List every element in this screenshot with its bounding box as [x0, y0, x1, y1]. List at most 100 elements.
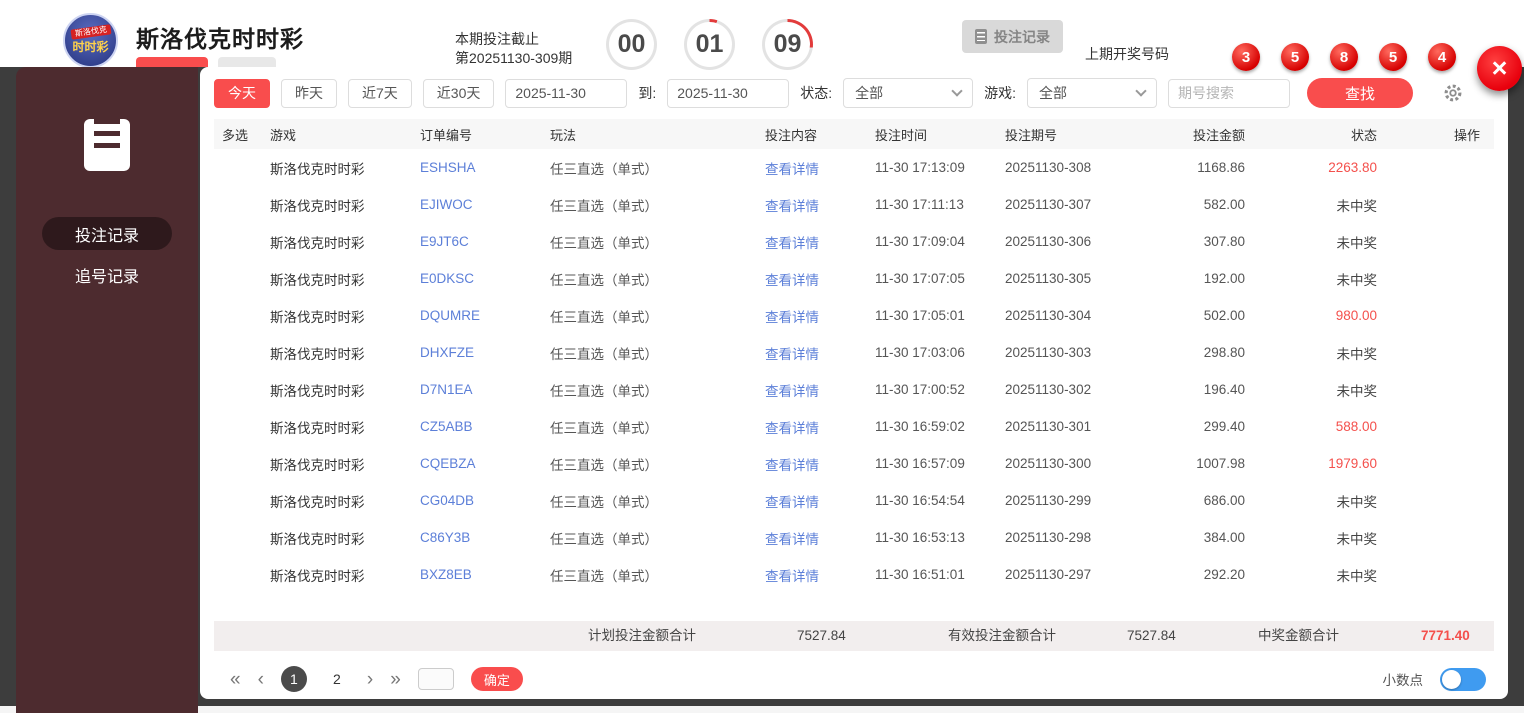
row-play-type: 任三直选（单式）	[550, 383, 658, 399]
row-view-details-link[interactable]: 查看详情	[755, 297, 865, 334]
row-order-number-link[interactable]: DQUMRE	[410, 297, 540, 334]
row-order-number-link[interactable]: BXZ8EB	[410, 556, 540, 593]
game-select[interactable]: 全部	[1027, 78, 1158, 108]
row-view-details-link[interactable]: 查看详情	[755, 519, 865, 556]
table-row: 斯洛伐克时时彩 ESHSHA 任三直选（单式） 查看详情 11-30 17:13:09 2…	[214, 149, 1494, 186]
row-bet-time: 11-30 16:53:13	[875, 530, 965, 545]
row-bet-amount: 686.00	[1203, 493, 1245, 508]
deadline-block: 本期投注截止 第20251130-309期	[455, 30, 572, 68]
row-bet-period: 20251130-300	[1005, 456, 1092, 471]
row-order-number-link[interactable]: DHXFZE	[410, 334, 540, 371]
row-game-name: 斯洛伐克时时彩	[270, 198, 365, 214]
countdown-minutes: 01	[687, 22, 732, 67]
search-button[interactable]: 查找	[1307, 78, 1413, 108]
row-bet-amount: 384.00	[1203, 530, 1245, 545]
page-2-button[interactable]: 2	[324, 666, 350, 692]
col-header-bet-content: 投注内容	[755, 119, 865, 149]
row-select-cell[interactable]	[214, 408, 260, 445]
sidebar-item-bet-records[interactable]: 投注记录	[42, 217, 172, 250]
filter-today-button[interactable]: 今天	[214, 78, 270, 108]
row-select-cell[interactable]	[214, 482, 260, 519]
row-select-cell[interactable]	[214, 334, 260, 371]
filter-last30days-button[interactable]: 近30天	[422, 78, 495, 108]
row-select-cell[interactable]	[214, 186, 260, 223]
page-jump-input[interactable]	[417, 668, 454, 690]
last-page-button[interactable]: »	[390, 670, 401, 689]
row-view-details-link[interactable]: 查看详情	[755, 223, 865, 260]
row-bet-period: 20251130-297	[1005, 567, 1092, 582]
row-bet-time: 11-30 17:11:13	[875, 197, 964, 212]
bet-records-button[interactable]: 投注记录	[962, 20, 1063, 53]
prev-page-button[interactable]: ‹	[258, 670, 264, 689]
row-order-number-link[interactable]: ESHSHA	[410, 149, 540, 186]
row-order-number-link[interactable]: CQEBZA	[410, 445, 540, 482]
next-page-button[interactable]: ›	[367, 670, 373, 689]
first-page-button[interactable]: «	[230, 670, 241, 689]
partial-tab-active[interactable]	[136, 57, 208, 67]
row-play-type: 任三直选（单式）	[550, 531, 658, 547]
row-select-cell[interactable]	[214, 371, 260, 408]
table-row: 斯洛伐克时时彩 E9JT6C 任三直选（单式） 查看详情 11-30 17:09:04 2…	[214, 223, 1494, 260]
page-1-button[interactable]: 1	[280, 666, 307, 692]
col-header-game: 游戏	[260, 119, 410, 149]
table-row: 斯洛伐克时时彩 BXZ8EB 任三直选（单式） 查看详情 11-30 16:51:01 2…	[214, 556, 1494, 593]
row-action-cell	[1415, 297, 1494, 334]
row-view-details-link[interactable]: 查看详情	[755, 408, 865, 445]
row-order-number-link[interactable]: CZ5ABB	[410, 408, 540, 445]
row-action-cell	[1415, 260, 1494, 297]
valid-total-value: 7527.84	[1127, 628, 1176, 643]
row-order-number-link[interactable]: CG04DB	[410, 482, 540, 519]
row-game-name: 斯洛伐克时时彩	[270, 568, 365, 584]
records-table-body: 斯洛伐克时时彩 ESHSHA 任三直选（单式） 查看详情 11-30 17:13:09 2…	[214, 149, 1494, 593]
row-game-name: 斯洛伐克时时彩	[270, 309, 365, 325]
row-select-cell[interactable]	[214, 519, 260, 556]
row-view-details-link[interactable]: 查看详情	[755, 186, 865, 223]
row-game-name: 斯洛伐克时时彩	[270, 235, 365, 251]
win-total-value: 7771.40	[1421, 628, 1470, 643]
row-order-number-link[interactable]: D7N1EA	[410, 371, 540, 408]
filter-last7days-button[interactable]: 近7天	[348, 78, 412, 108]
close-button[interactable]: ×	[1477, 46, 1522, 91]
row-select-cell[interactable]	[214, 260, 260, 297]
row-game-name: 斯洛伐克时时彩	[270, 383, 365, 399]
decimal-point-toggle[interactable]	[1440, 667, 1486, 691]
partial-tab[interactable]	[218, 57, 276, 67]
status-select[interactable]: 全部	[843, 78, 974, 108]
row-bet-time: 11-30 17:00:52	[875, 382, 965, 397]
row-view-details-link[interactable]: 查看详情	[755, 445, 865, 482]
period-search-input[interactable]	[1168, 78, 1291, 108]
row-view-details-link[interactable]: 查看详情	[755, 334, 865, 371]
row-play-type: 任三直选（单式）	[550, 420, 658, 436]
bet-records-button-label: 投注记录	[994, 28, 1050, 45]
row-status: 未中奖	[1336, 346, 1378, 362]
row-select-cell[interactable]	[214, 556, 260, 593]
row-select-cell[interactable]	[214, 149, 260, 186]
confirm-button[interactable]: 确定	[470, 667, 523, 691]
row-bet-period: 20251130-307	[1005, 197, 1092, 212]
row-view-details-link[interactable]: 查看详情	[755, 149, 865, 186]
draw-ball: 3	[1232, 43, 1260, 71]
table-header-row: 多选 游戏 订单编号 玩法 投注内容 投注时间 投注期号 投注金额 状态 操作	[214, 119, 1494, 149]
date-from-input[interactable]	[505, 78, 628, 108]
row-order-number-link[interactable]: E9JT6C	[410, 223, 540, 260]
row-select-cell[interactable]	[214, 223, 260, 260]
row-select-cell[interactable]	[214, 297, 260, 334]
row-order-number-link[interactable]: E0DKSC	[410, 260, 540, 297]
row-bet-time: 11-30 17:03:06	[875, 345, 965, 360]
countdown-seconds: 09	[765, 22, 810, 67]
row-play-type: 任三直选（单式）	[550, 494, 658, 510]
sidebar-item-chase-records[interactable]: 追号记录	[42, 258, 172, 291]
row-view-details-link[interactable]: 查看详情	[755, 556, 865, 593]
row-order-number-link[interactable]: EJIWOC	[410, 186, 540, 223]
filter-yesterday-button[interactable]: 昨天	[281, 78, 337, 108]
date-to-input[interactable]	[667, 78, 790, 108]
row-select-cell[interactable]	[214, 445, 260, 482]
row-view-details-link[interactable]: 查看详情	[755, 260, 865, 297]
row-game-name: 斯洛伐克时时彩	[270, 346, 365, 362]
records-sidebar: 投注记录 追号记录	[16, 67, 198, 713]
settings-gear-icon[interactable]	[1442, 82, 1464, 104]
row-order-number-link[interactable]: C86Y3B	[410, 519, 540, 556]
table-row: 斯洛伐克时时彩 DQUMRE 任三直选（单式） 查看详情 11-30 17:05:01 2…	[214, 297, 1494, 334]
row-view-details-link[interactable]: 查看详情	[755, 371, 865, 408]
row-view-details-link[interactable]: 查看详情	[755, 482, 865, 519]
